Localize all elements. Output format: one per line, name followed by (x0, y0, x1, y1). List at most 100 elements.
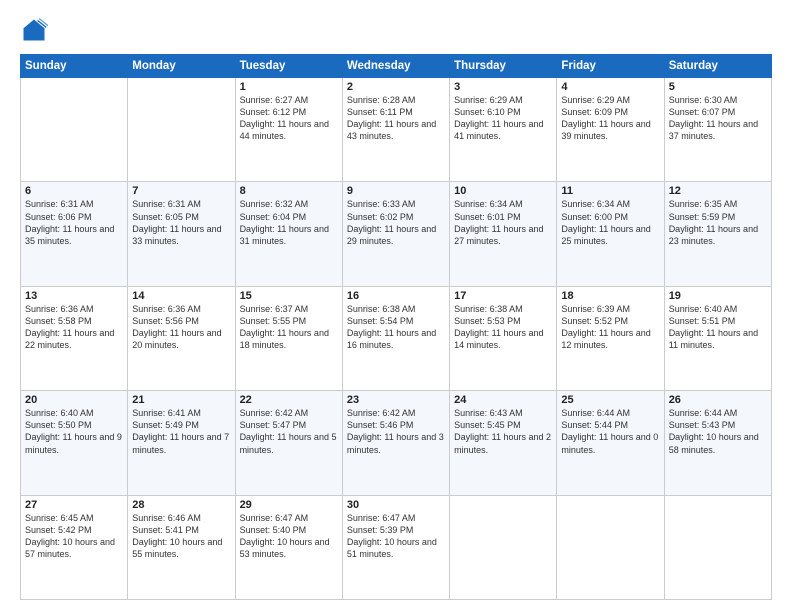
logo (20, 16, 52, 44)
calendar-cell: 23Sunrise: 6:42 AM Sunset: 5:46 PM Dayli… (342, 391, 449, 495)
calendar-cell: 28Sunrise: 6:46 AM Sunset: 5:41 PM Dayli… (128, 495, 235, 599)
calendar-cell: 13Sunrise: 6:36 AM Sunset: 5:58 PM Dayli… (21, 286, 128, 390)
day-number: 26 (669, 394, 767, 406)
day-info: Sunrise: 6:37 AM Sunset: 5:55 PM Dayligh… (240, 303, 338, 352)
weekday-header-monday: Monday (128, 55, 235, 78)
day-info: Sunrise: 6:40 AM Sunset: 5:51 PM Dayligh… (669, 303, 767, 352)
day-info: Sunrise: 6:42 AM Sunset: 5:47 PM Dayligh… (240, 407, 338, 456)
calendar-cell (128, 78, 235, 182)
weekday-header-saturday: Saturday (664, 55, 771, 78)
day-number: 20 (25, 394, 123, 406)
day-info: Sunrise: 6:34 AM Sunset: 6:01 PM Dayligh… (454, 198, 552, 247)
calendar-cell: 17Sunrise: 6:38 AM Sunset: 5:53 PM Dayli… (450, 286, 557, 390)
day-number: 5 (669, 81, 767, 93)
week-row-3: 13Sunrise: 6:36 AM Sunset: 5:58 PM Dayli… (21, 286, 772, 390)
day-number: 14 (132, 290, 230, 302)
day-number: 9 (347, 185, 445, 197)
day-number: 27 (25, 499, 123, 511)
day-number: 7 (132, 185, 230, 197)
day-number: 18 (561, 290, 659, 302)
logo-icon (20, 16, 48, 44)
calendar-cell: 26Sunrise: 6:44 AM Sunset: 5:43 PM Dayli… (664, 391, 771, 495)
day-number: 17 (454, 290, 552, 302)
day-number: 21 (132, 394, 230, 406)
calendar-cell: 7Sunrise: 6:31 AM Sunset: 6:05 PM Daylig… (128, 182, 235, 286)
weekday-header-wednesday: Wednesday (342, 55, 449, 78)
calendar-cell: 19Sunrise: 6:40 AM Sunset: 5:51 PM Dayli… (664, 286, 771, 390)
day-number: 1 (240, 81, 338, 93)
day-info: Sunrise: 6:47 AM Sunset: 5:40 PM Dayligh… (240, 512, 338, 561)
weekday-header-tuesday: Tuesday (235, 55, 342, 78)
day-info: Sunrise: 6:47 AM Sunset: 5:39 PM Dayligh… (347, 512, 445, 561)
calendar-cell: 11Sunrise: 6:34 AM Sunset: 6:00 PM Dayli… (557, 182, 664, 286)
page: SundayMondayTuesdayWednesdayThursdayFrid… (0, 0, 792, 612)
calendar-cell (664, 495, 771, 599)
day-number: 6 (25, 185, 123, 197)
day-info: Sunrise: 6:46 AM Sunset: 5:41 PM Dayligh… (132, 512, 230, 561)
day-info: Sunrise: 6:30 AM Sunset: 6:07 PM Dayligh… (669, 94, 767, 143)
calendar-cell: 1Sunrise: 6:27 AM Sunset: 6:12 PM Daylig… (235, 78, 342, 182)
day-info: Sunrise: 6:35 AM Sunset: 5:59 PM Dayligh… (669, 198, 767, 247)
day-info: Sunrise: 6:34 AM Sunset: 6:00 PM Dayligh… (561, 198, 659, 247)
calendar-cell: 5Sunrise: 6:30 AM Sunset: 6:07 PM Daylig… (664, 78, 771, 182)
calendar-cell: 3Sunrise: 6:29 AM Sunset: 6:10 PM Daylig… (450, 78, 557, 182)
day-info: Sunrise: 6:31 AM Sunset: 6:05 PM Dayligh… (132, 198, 230, 247)
day-info: Sunrise: 6:33 AM Sunset: 6:02 PM Dayligh… (347, 198, 445, 247)
calendar-cell (557, 495, 664, 599)
weekday-header-sunday: Sunday (21, 55, 128, 78)
weekday-header-friday: Friday (557, 55, 664, 78)
day-number: 25 (561, 394, 659, 406)
day-info: Sunrise: 6:28 AM Sunset: 6:11 PM Dayligh… (347, 94, 445, 143)
week-row-2: 6Sunrise: 6:31 AM Sunset: 6:06 PM Daylig… (21, 182, 772, 286)
day-info: Sunrise: 6:45 AM Sunset: 5:42 PM Dayligh… (25, 512, 123, 561)
day-number: 15 (240, 290, 338, 302)
week-row-4: 20Sunrise: 6:40 AM Sunset: 5:50 PM Dayli… (21, 391, 772, 495)
calendar-cell (21, 78, 128, 182)
weekday-header-thursday: Thursday (450, 55, 557, 78)
day-info: Sunrise: 6:36 AM Sunset: 5:58 PM Dayligh… (25, 303, 123, 352)
week-row-5: 27Sunrise: 6:45 AM Sunset: 5:42 PM Dayli… (21, 495, 772, 599)
day-number: 12 (669, 185, 767, 197)
day-number: 11 (561, 185, 659, 197)
calendar-cell: 10Sunrise: 6:34 AM Sunset: 6:01 PM Dayli… (450, 182, 557, 286)
calendar-cell: 14Sunrise: 6:36 AM Sunset: 5:56 PM Dayli… (128, 286, 235, 390)
calendar-cell: 12Sunrise: 6:35 AM Sunset: 5:59 PM Dayli… (664, 182, 771, 286)
day-info: Sunrise: 6:32 AM Sunset: 6:04 PM Dayligh… (240, 198, 338, 247)
calendar-cell: 29Sunrise: 6:47 AM Sunset: 5:40 PM Dayli… (235, 495, 342, 599)
day-info: Sunrise: 6:40 AM Sunset: 5:50 PM Dayligh… (25, 407, 123, 456)
day-number: 24 (454, 394, 552, 406)
calendar-cell: 8Sunrise: 6:32 AM Sunset: 6:04 PM Daylig… (235, 182, 342, 286)
calendar-cell: 4Sunrise: 6:29 AM Sunset: 6:09 PM Daylig… (557, 78, 664, 182)
day-info: Sunrise: 6:31 AM Sunset: 6:06 PM Dayligh… (25, 198, 123, 247)
day-info: Sunrise: 6:44 AM Sunset: 5:43 PM Dayligh… (669, 407, 767, 456)
day-number: 23 (347, 394, 445, 406)
calendar-cell: 16Sunrise: 6:38 AM Sunset: 5:54 PM Dayli… (342, 286, 449, 390)
calendar-cell: 6Sunrise: 6:31 AM Sunset: 6:06 PM Daylig… (21, 182, 128, 286)
day-number: 10 (454, 185, 552, 197)
calendar-cell (450, 495, 557, 599)
day-number: 30 (347, 499, 445, 511)
day-number: 19 (669, 290, 767, 302)
day-number: 22 (240, 394, 338, 406)
day-info: Sunrise: 6:29 AM Sunset: 6:10 PM Dayligh… (454, 94, 552, 143)
calendar-table: SundayMondayTuesdayWednesdayThursdayFrid… (20, 54, 772, 600)
day-info: Sunrise: 6:29 AM Sunset: 6:09 PM Dayligh… (561, 94, 659, 143)
day-info: Sunrise: 6:27 AM Sunset: 6:12 PM Dayligh… (240, 94, 338, 143)
day-info: Sunrise: 6:38 AM Sunset: 5:54 PM Dayligh… (347, 303, 445, 352)
header (20, 16, 772, 44)
day-number: 3 (454, 81, 552, 93)
calendar-cell: 30Sunrise: 6:47 AM Sunset: 5:39 PM Dayli… (342, 495, 449, 599)
day-info: Sunrise: 6:44 AM Sunset: 5:44 PM Dayligh… (561, 407, 659, 456)
weekday-header-row: SundayMondayTuesdayWednesdayThursdayFrid… (21, 55, 772, 78)
day-info: Sunrise: 6:41 AM Sunset: 5:49 PM Dayligh… (132, 407, 230, 456)
calendar-cell: 20Sunrise: 6:40 AM Sunset: 5:50 PM Dayli… (21, 391, 128, 495)
day-number: 8 (240, 185, 338, 197)
day-number: 28 (132, 499, 230, 511)
calendar-cell: 21Sunrise: 6:41 AM Sunset: 5:49 PM Dayli… (128, 391, 235, 495)
calendar-cell: 9Sunrise: 6:33 AM Sunset: 6:02 PM Daylig… (342, 182, 449, 286)
day-number: 29 (240, 499, 338, 511)
day-number: 16 (347, 290, 445, 302)
day-info: Sunrise: 6:39 AM Sunset: 5:52 PM Dayligh… (561, 303, 659, 352)
day-number: 13 (25, 290, 123, 302)
day-number: 2 (347, 81, 445, 93)
